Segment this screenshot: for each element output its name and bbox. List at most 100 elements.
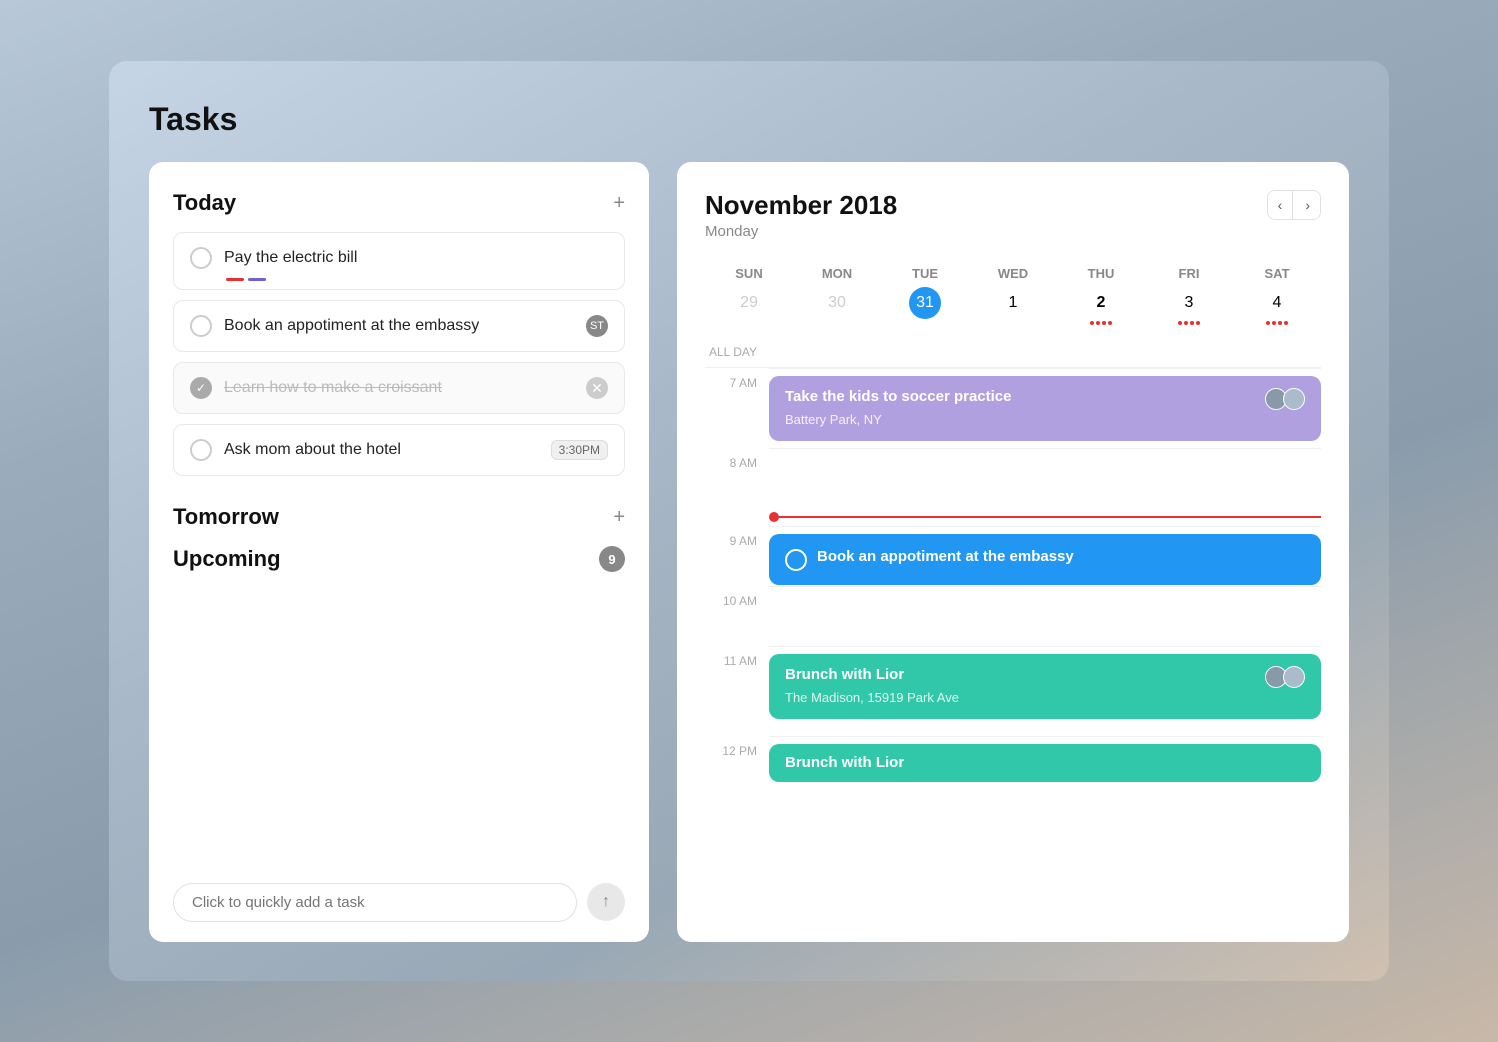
event-title: Book an appotiment at the embassy bbox=[817, 548, 1074, 565]
event-brunch-lior[interactable]: Brunch with Lior The Madison, 15919 Park… bbox=[769, 654, 1321, 719]
dot bbox=[1102, 321, 1106, 325]
quick-add-bar: ↑ bbox=[173, 867, 625, 922]
time-row-line bbox=[769, 586, 1321, 587]
dot bbox=[1178, 321, 1182, 325]
cal-day-num-4: 4 bbox=[1261, 287, 1293, 319]
dot bbox=[1090, 321, 1094, 325]
task-badge: ST bbox=[586, 315, 608, 337]
time-label-8am: 8 AM bbox=[705, 456, 757, 470]
cal-header-thu: THU bbox=[1057, 260, 1145, 287]
task-item[interactable]: Pay the electric bill bbox=[173, 232, 625, 290]
tomorrow-add-button[interactable]: + bbox=[613, 507, 625, 527]
cal-day-30[interactable]: 30 bbox=[793, 287, 881, 325]
time-row-7am: 7 AM Take the kids to soccer practice Ba… bbox=[705, 368, 1321, 448]
time-row-11am: 11 AM Brunch with Lior The Madison, 1591… bbox=[705, 646, 1321, 736]
event-header: Take the kids to soccer practice bbox=[785, 388, 1305, 411]
cal-header-wed: WED bbox=[969, 260, 1057, 287]
quick-add-input[interactable] bbox=[173, 883, 577, 922]
quick-add-submit-button[interactable]: ↑ bbox=[587, 883, 625, 921]
event-title: Brunch with Lior bbox=[785, 666, 904, 683]
task-checkbox[interactable] bbox=[190, 439, 212, 461]
cal-day-num-30: 30 bbox=[821, 287, 853, 319]
cal-day-dots-3 bbox=[1178, 321, 1200, 325]
time-label-11am: 11 AM bbox=[705, 654, 757, 668]
dot bbox=[1184, 321, 1188, 325]
task-text: Ask mom about the hotel bbox=[224, 441, 539, 459]
time-row-line bbox=[769, 736, 1321, 737]
event-title: Brunch with Lior bbox=[785, 754, 904, 771]
time-row-line bbox=[769, 526, 1321, 527]
task-text-completed: Learn how to make a croissant bbox=[224, 379, 574, 397]
today-add-button[interactable]: + bbox=[613, 193, 625, 213]
task-item[interactable]: Ask mom about the hotel 3:30PM bbox=[173, 424, 625, 476]
upcoming-badge: 9 bbox=[599, 546, 625, 572]
cal-day-4[interactable]: 4 bbox=[1233, 287, 1321, 325]
event-location: The Madison, 15919 Park Ave bbox=[785, 690, 959, 705]
dot bbox=[1108, 321, 1112, 325]
today-section-header: Today + bbox=[173, 190, 625, 216]
cal-header-sun: SUN bbox=[705, 260, 793, 287]
task-time-badge: 3:30PM bbox=[551, 440, 608, 460]
time-row-line bbox=[769, 448, 1321, 449]
task-item[interactable]: Learn how to make a croissant ✕ bbox=[173, 362, 625, 414]
app-container: Tasks Today + Pay the electric bill bbox=[109, 61, 1389, 981]
cal-header-tue: TUE bbox=[881, 260, 969, 287]
task-checkbox[interactable] bbox=[190, 315, 212, 337]
cal-day-dots-4 bbox=[1266, 321, 1288, 325]
cal-day-1[interactable]: 1 bbox=[969, 287, 1057, 325]
panels: Today + Pay the electric bill bbox=[149, 162, 1349, 942]
event-location: Battery Park, NY bbox=[785, 412, 882, 427]
cal-day-num-3: 3 bbox=[1173, 287, 1205, 319]
calendar-next-button[interactable]: › bbox=[1295, 191, 1320, 219]
task-checkbox[interactable] bbox=[190, 247, 212, 269]
event-take-kids[interactable]: Take the kids to soccer practice Battery… bbox=[769, 376, 1321, 441]
calendar-grid: SUN MON TUE WED THU FRI SAT 29 30 bbox=[705, 260, 1321, 325]
event-circle-icon bbox=[785, 549, 807, 571]
calendar-month-year: November 2018 bbox=[705, 190, 897, 221]
cal-day-num-2: 2 bbox=[1085, 287, 1117, 319]
task-item[interactable]: Book an appotiment at the embassy ST bbox=[173, 300, 625, 352]
event-avatars bbox=[1265, 388, 1305, 410]
tomorrow-section-header: Tomorrow + bbox=[173, 504, 625, 530]
event-brunch-lior-cont[interactable]: Brunch with Lior bbox=[769, 744, 1321, 782]
cal-day-num-1: 1 bbox=[997, 287, 1029, 319]
cal-day-dots-2 bbox=[1090, 321, 1112, 325]
all-day-row: ALL DAY bbox=[705, 341, 1321, 368]
upcoming-section-title: Upcoming bbox=[173, 546, 281, 572]
cal-day-num-31-today: 31 bbox=[909, 287, 941, 319]
cal-day-2[interactable]: 2 bbox=[1057, 287, 1145, 325]
time-row-line bbox=[769, 368, 1321, 369]
cal-day-31[interactable]: 31 bbox=[881, 287, 969, 325]
event-title: Take the kids to soccer practice bbox=[785, 388, 1012, 405]
upload-icon: ↑ bbox=[602, 893, 610, 911]
cal-header-mon: MON bbox=[793, 260, 881, 287]
event-avatars bbox=[1265, 666, 1305, 688]
time-label-7am: 7 AM bbox=[705, 376, 757, 390]
calendar-prev-button[interactable]: ‹ bbox=[1268, 191, 1294, 219]
calendar-nav: ‹ › bbox=[1267, 190, 1321, 220]
cal-day-3[interactable]: 3 bbox=[1145, 287, 1233, 325]
task-text: Pay the electric bill bbox=[224, 249, 608, 267]
today-task-list: Pay the electric bill Book an appotiment… bbox=[173, 232, 625, 476]
today-section-title: Today bbox=[173, 190, 236, 216]
dot bbox=[1096, 321, 1100, 325]
event-book-appointment[interactable]: Book an appotiment at the embassy bbox=[769, 534, 1321, 585]
time-row-9am: 9 AM Book an appotiment at the embassy bbox=[705, 526, 1321, 586]
cal-day-29[interactable]: 29 bbox=[705, 287, 793, 325]
app-title: Tasks bbox=[149, 101, 1349, 138]
time-row-12pm: 12 PM Brunch with Lior bbox=[705, 736, 1321, 796]
task-checkbox-done[interactable] bbox=[190, 377, 212, 399]
timeline: ALL DAY 7 AM Take the kids to soccer pra… bbox=[705, 341, 1321, 922]
cal-day-num-29: 29 bbox=[733, 287, 765, 319]
current-time-indicator bbox=[705, 512, 1321, 522]
cal-header-fri: FRI bbox=[1145, 260, 1233, 287]
time-row-line bbox=[769, 646, 1321, 647]
time-label-12pm: 12 PM bbox=[705, 744, 757, 758]
current-time-dot bbox=[769, 512, 779, 522]
current-time-line bbox=[779, 516, 1321, 518]
close-task-button[interactable]: ✕ bbox=[586, 377, 608, 399]
all-day-label: ALL DAY bbox=[705, 345, 757, 359]
task-priority-bar bbox=[226, 278, 266, 281]
dot bbox=[1278, 321, 1282, 325]
task-text: Book an appotiment at the embassy bbox=[224, 317, 574, 335]
